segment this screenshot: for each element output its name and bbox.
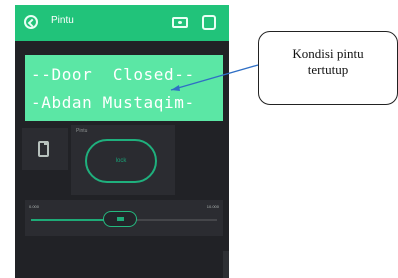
lock-widget-label: Pintu: [76, 128, 88, 134]
slider-track[interactable]: [31, 211, 217, 227]
lcd-line-2: -Abdan Mustaqim-: [31, 93, 195, 112]
scroll-indicator: [223, 251, 229, 278]
slider-min-label: 0.000: [29, 204, 40, 209]
back-icon[interactable]: [24, 15, 38, 29]
annotation-line-1: Kondisi pintu: [292, 46, 364, 61]
app-header: Pintu: [15, 5, 229, 41]
lock-widget: Pintu lock: [71, 125, 175, 195]
phone-icon: [38, 141, 49, 157]
app-title: Pintu: [51, 15, 74, 26]
slider-thumb[interactable]: [103, 211, 138, 227]
slider-widget: 0.000 10.000: [25, 200, 223, 236]
slider-max-label: 10.000: [206, 204, 219, 209]
menu-icon[interactable]: [202, 15, 216, 30]
camera-icon[interactable]: [172, 17, 188, 28]
notification-widget[interactable]: [22, 128, 68, 170]
lock-button[interactable]: lock: [85, 139, 157, 183]
lcd-line-1: --Door Closed--: [31, 65, 195, 84]
annotation-callout: Kondisi pintu tertutup: [258, 31, 398, 105]
lcd-display: --Door Closed-- -Abdan Mustaqim-: [25, 55, 223, 121]
annotation-line-2: tertutup: [307, 62, 349, 77]
blynk-phone-screen: Pintu --Door Closed-- -Abdan Mustaqim- P…: [15, 5, 229, 278]
